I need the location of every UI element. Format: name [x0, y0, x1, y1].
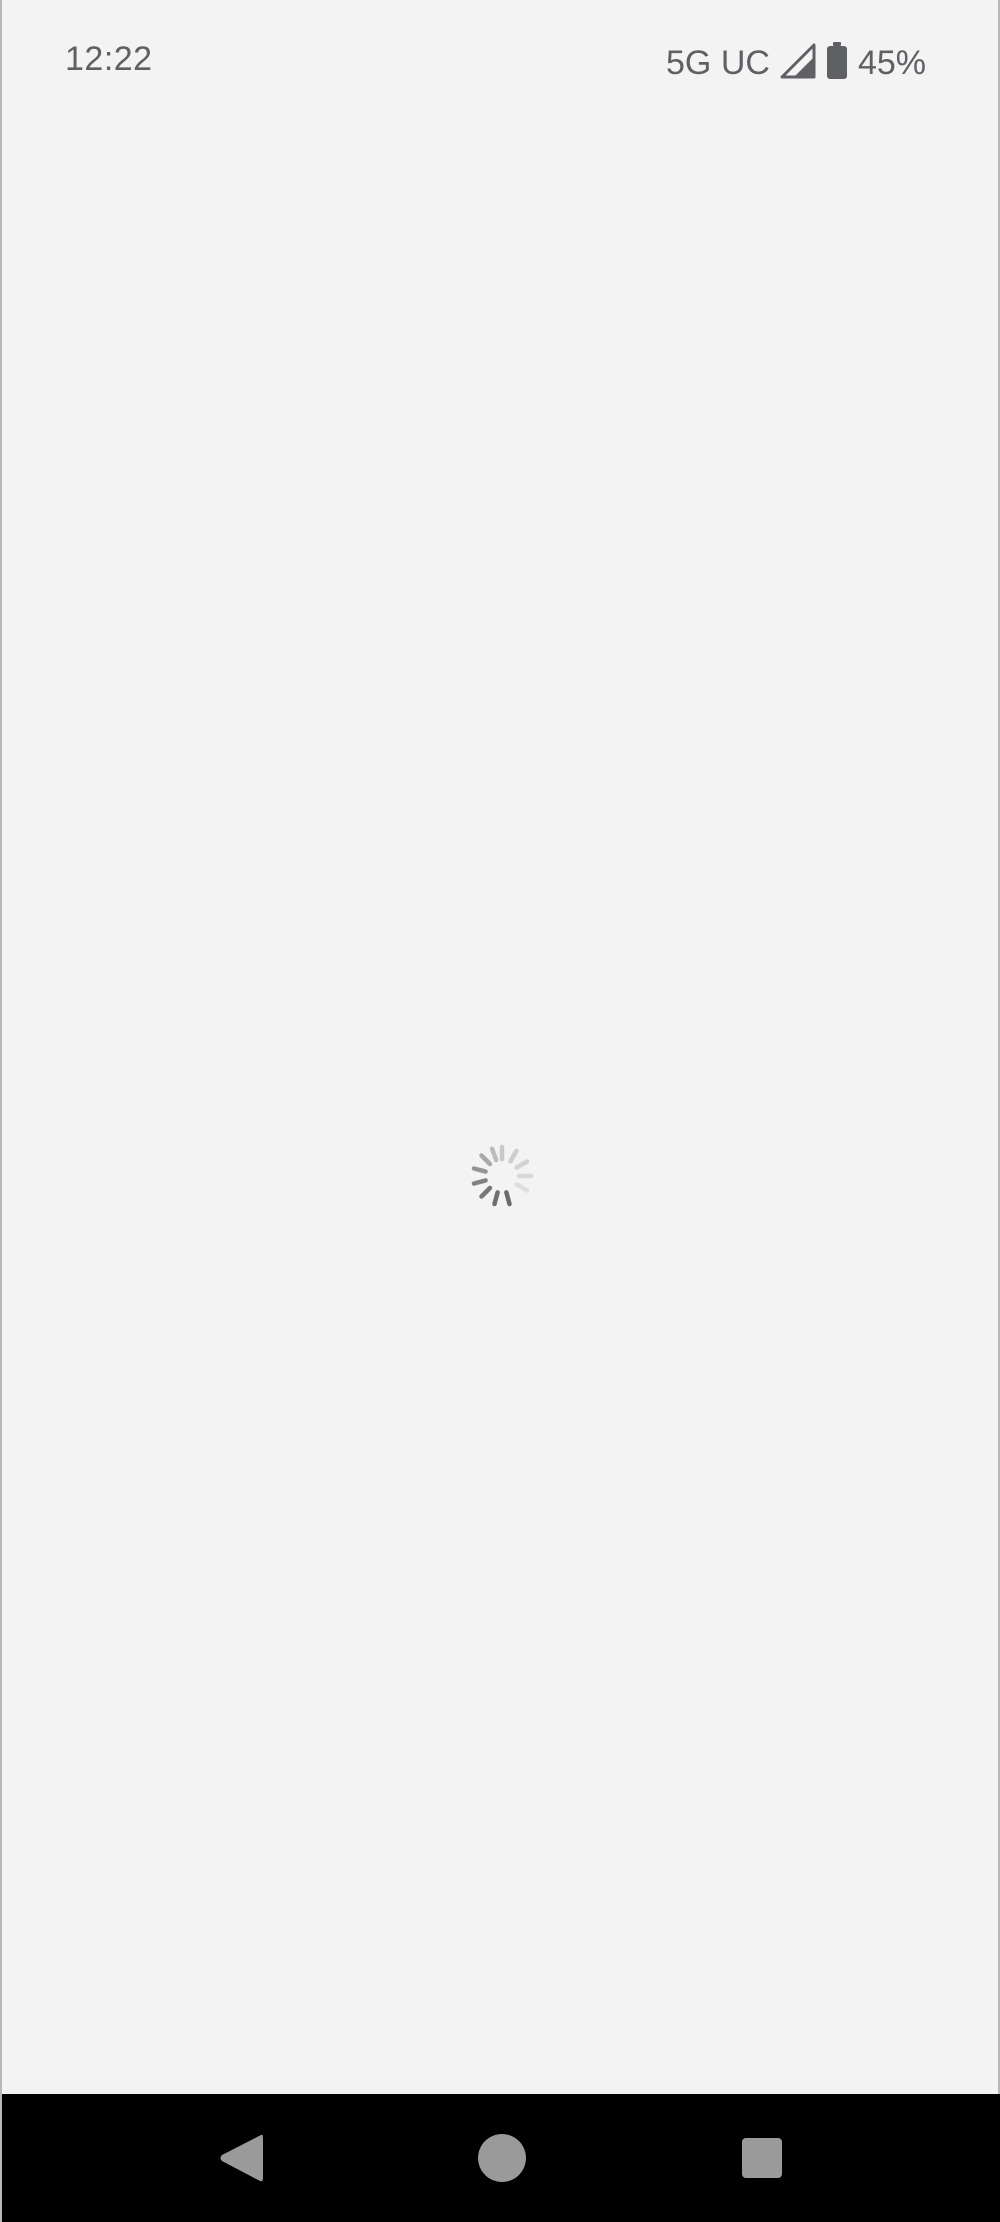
- back-triangle-icon: [220, 2134, 263, 2182]
- status-bar: 12:22 5G UC 45%: [2, 0, 1000, 128]
- screen: 12:22 5G UC 45%: [0, 0, 1000, 2222]
- battery-percent: 45%: [857, 43, 926, 82]
- battery-icon: [826, 41, 848, 85]
- navigation-bar: [2, 2094, 1000, 2222]
- cellular-signal-icon: [780, 43, 816, 84]
- status-time: 12:22: [65, 40, 153, 78]
- home-circle-icon: [478, 2134, 526, 2182]
- status-indicators: 5G UC 45%: [666, 40, 926, 86]
- back-button[interactable]: [207, 2124, 275, 2192]
- recents-square-icon: [742, 2138, 782, 2178]
- loading-spinner-icon: [471, 1144, 534, 1207]
- network-type: 5G UC: [666, 43, 770, 82]
- home-button[interactable]: [468, 2124, 536, 2192]
- recents-button[interactable]: [728, 2124, 796, 2192]
- main-content: [2, 128, 1000, 2094]
